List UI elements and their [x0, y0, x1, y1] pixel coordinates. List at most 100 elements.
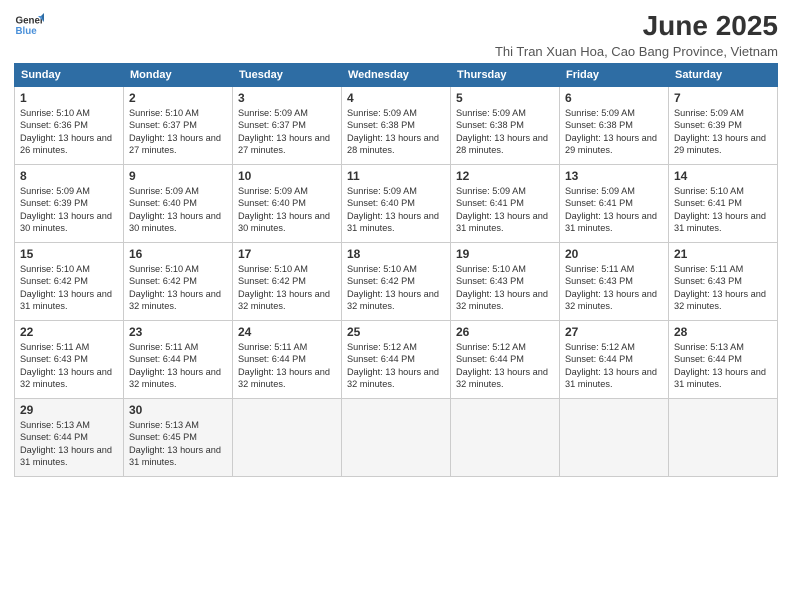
table-row: 19 Sunrise: 5:10 AM Sunset: 6:43 PM Dayl… [451, 243, 560, 321]
day-number: 30 [129, 403, 227, 417]
table-row: 7 Sunrise: 5:09 AM Sunset: 6:39 PM Dayli… [669, 87, 778, 165]
title-block: June 2025 Thi Tran Xuan Hoa, Cao Bang Pr… [495, 10, 778, 59]
day-number: 15 [20, 247, 118, 261]
table-row: 2 Sunrise: 5:10 AM Sunset: 6:37 PM Dayli… [124, 87, 233, 165]
page: General Blue June 2025 Thi Tran Xuan Hoa… [0, 0, 792, 612]
day-info: Sunrise: 5:11 AM Sunset: 6:44 PM Dayligh… [238, 341, 336, 391]
day-number: 29 [20, 403, 118, 417]
col-wednesday: Wednesday [342, 64, 451, 87]
table-row: 24 Sunrise: 5:11 AM Sunset: 6:44 PM Dayl… [233, 321, 342, 399]
day-number: 17 [238, 247, 336, 261]
table-row: 14 Sunrise: 5:10 AM Sunset: 6:41 PM Dayl… [669, 165, 778, 243]
day-info: Sunrise: 5:11 AM Sunset: 6:43 PM Dayligh… [674, 263, 772, 313]
day-number: 22 [20, 325, 118, 339]
day-number: 16 [129, 247, 227, 261]
logo-icon: General Blue [14, 10, 44, 40]
day-number: 26 [456, 325, 554, 339]
table-row: 8 Sunrise: 5:09 AM Sunset: 6:39 PM Dayli… [15, 165, 124, 243]
table-row: 6 Sunrise: 5:09 AM Sunset: 6:38 PM Dayli… [560, 87, 669, 165]
day-info: Sunrise: 5:10 AM Sunset: 6:43 PM Dayligh… [456, 263, 554, 313]
day-info: Sunrise: 5:10 AM Sunset: 6:42 PM Dayligh… [20, 263, 118, 313]
col-tuesday: Tuesday [233, 64, 342, 87]
day-number: 6 [565, 91, 663, 105]
day-number: 24 [238, 325, 336, 339]
day-info: Sunrise: 5:12 AM Sunset: 6:44 PM Dayligh… [347, 341, 445, 391]
day-info: Sunrise: 5:11 AM Sunset: 6:44 PM Dayligh… [129, 341, 227, 391]
table-row: 29 Sunrise: 5:13 AM Sunset: 6:44 PM Dayl… [15, 399, 124, 477]
table-row [669, 399, 778, 477]
day-number: 9 [129, 169, 227, 183]
table-row: 21 Sunrise: 5:11 AM Sunset: 6:43 PM Dayl… [669, 243, 778, 321]
day-info: Sunrise: 5:10 AM Sunset: 6:37 PM Dayligh… [129, 107, 227, 157]
day-number: 3 [238, 91, 336, 105]
table-row: 4 Sunrise: 5:09 AM Sunset: 6:38 PM Dayli… [342, 87, 451, 165]
day-number: 25 [347, 325, 445, 339]
calendar-week-row: 29 Sunrise: 5:13 AM Sunset: 6:44 PM Dayl… [15, 399, 778, 477]
day-number: 19 [456, 247, 554, 261]
header: General Blue June 2025 Thi Tran Xuan Hoa… [14, 10, 778, 59]
table-row: 16 Sunrise: 5:10 AM Sunset: 6:42 PM Dayl… [124, 243, 233, 321]
day-info: Sunrise: 5:10 AM Sunset: 6:36 PM Dayligh… [20, 107, 118, 157]
day-info: Sunrise: 5:12 AM Sunset: 6:44 PM Dayligh… [565, 341, 663, 391]
day-number: 13 [565, 169, 663, 183]
main-title: June 2025 [495, 10, 778, 42]
calendar-header-row: Sunday Monday Tuesday Wednesday Thursday… [15, 64, 778, 87]
table-row: 27 Sunrise: 5:12 AM Sunset: 6:44 PM Dayl… [560, 321, 669, 399]
day-info: Sunrise: 5:12 AM Sunset: 6:44 PM Dayligh… [456, 341, 554, 391]
table-row: 30 Sunrise: 5:13 AM Sunset: 6:45 PM Dayl… [124, 399, 233, 477]
table-row: 13 Sunrise: 5:09 AM Sunset: 6:41 PM Dayl… [560, 165, 669, 243]
table-row: 9 Sunrise: 5:09 AM Sunset: 6:40 PM Dayli… [124, 165, 233, 243]
day-number: 27 [565, 325, 663, 339]
calendar-week-row: 22 Sunrise: 5:11 AM Sunset: 6:43 PM Dayl… [15, 321, 778, 399]
day-number: 10 [238, 169, 336, 183]
day-number: 4 [347, 91, 445, 105]
table-row: 18 Sunrise: 5:10 AM Sunset: 6:42 PM Dayl… [342, 243, 451, 321]
day-info: Sunrise: 5:09 AM Sunset: 6:40 PM Dayligh… [129, 185, 227, 235]
day-info: Sunrise: 5:09 AM Sunset: 6:38 PM Dayligh… [347, 107, 445, 157]
day-number: 2 [129, 91, 227, 105]
day-number: 12 [456, 169, 554, 183]
day-info: Sunrise: 5:09 AM Sunset: 6:41 PM Dayligh… [565, 185, 663, 235]
table-row: 15 Sunrise: 5:10 AM Sunset: 6:42 PM Dayl… [15, 243, 124, 321]
table-row: 17 Sunrise: 5:10 AM Sunset: 6:42 PM Dayl… [233, 243, 342, 321]
svg-text:Blue: Blue [16, 26, 38, 37]
day-number: 7 [674, 91, 772, 105]
table-row [451, 399, 560, 477]
day-info: Sunrise: 5:09 AM Sunset: 6:38 PM Dayligh… [456, 107, 554, 157]
day-info: Sunrise: 5:11 AM Sunset: 6:43 PM Dayligh… [565, 263, 663, 313]
day-number: 5 [456, 91, 554, 105]
day-info: Sunrise: 5:09 AM Sunset: 6:41 PM Dayligh… [456, 185, 554, 235]
day-info: Sunrise: 5:09 AM Sunset: 6:40 PM Dayligh… [347, 185, 445, 235]
day-info: Sunrise: 5:11 AM Sunset: 6:43 PM Dayligh… [20, 341, 118, 391]
table-row: 28 Sunrise: 5:13 AM Sunset: 6:44 PM Dayl… [669, 321, 778, 399]
day-number: 21 [674, 247, 772, 261]
table-row [342, 399, 451, 477]
col-sunday: Sunday [15, 64, 124, 87]
day-info: Sunrise: 5:09 AM Sunset: 6:39 PM Dayligh… [674, 107, 772, 157]
table-row: 26 Sunrise: 5:12 AM Sunset: 6:44 PM Dayl… [451, 321, 560, 399]
day-info: Sunrise: 5:10 AM Sunset: 6:42 PM Dayligh… [238, 263, 336, 313]
table-row: 20 Sunrise: 5:11 AM Sunset: 6:43 PM Dayl… [560, 243, 669, 321]
calendar-week-row: 15 Sunrise: 5:10 AM Sunset: 6:42 PM Dayl… [15, 243, 778, 321]
day-number: 18 [347, 247, 445, 261]
day-number: 1 [20, 91, 118, 105]
table-row: 10 Sunrise: 5:09 AM Sunset: 6:40 PM Dayl… [233, 165, 342, 243]
table-row: 25 Sunrise: 5:12 AM Sunset: 6:44 PM Dayl… [342, 321, 451, 399]
col-monday: Monday [124, 64, 233, 87]
subtitle: Thi Tran Xuan Hoa, Cao Bang Province, Vi… [495, 44, 778, 59]
table-row: 11 Sunrise: 5:09 AM Sunset: 6:40 PM Dayl… [342, 165, 451, 243]
day-info: Sunrise: 5:10 AM Sunset: 6:42 PM Dayligh… [347, 263, 445, 313]
table-row [233, 399, 342, 477]
day-number: 11 [347, 169, 445, 183]
day-number: 28 [674, 325, 772, 339]
table-row: 22 Sunrise: 5:11 AM Sunset: 6:43 PM Dayl… [15, 321, 124, 399]
day-info: Sunrise: 5:09 AM Sunset: 6:39 PM Dayligh… [20, 185, 118, 235]
table-row: 23 Sunrise: 5:11 AM Sunset: 6:44 PM Dayl… [124, 321, 233, 399]
col-saturday: Saturday [669, 64, 778, 87]
col-thursday: Thursday [451, 64, 560, 87]
day-info: Sunrise: 5:09 AM Sunset: 6:38 PM Dayligh… [565, 107, 663, 157]
table-row: 5 Sunrise: 5:09 AM Sunset: 6:38 PM Dayli… [451, 87, 560, 165]
table-row: 12 Sunrise: 5:09 AM Sunset: 6:41 PM Dayl… [451, 165, 560, 243]
day-number: 8 [20, 169, 118, 183]
day-info: Sunrise: 5:10 AM Sunset: 6:41 PM Dayligh… [674, 185, 772, 235]
